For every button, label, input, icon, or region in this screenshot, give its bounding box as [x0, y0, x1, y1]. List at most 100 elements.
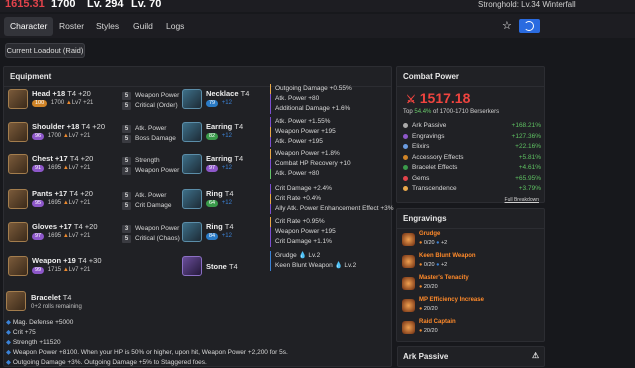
- engraving-node-count: 5: [122, 102, 131, 110]
- accessory-tier: T4: [224, 222, 234, 231]
- refresh-icon: [524, 21, 534, 31]
- item-engraving-lines: 5 Atk. Power 5 Crit Damage: [122, 191, 171, 211]
- engraving-item[interactable]: Grudge ● 0/20 ● +2: [402, 231, 540, 250]
- stat-dot-icon: [403, 186, 408, 191]
- favorite-star-icon[interactable]: ☆: [502, 19, 512, 32]
- item-name: Pants +17: [32, 189, 68, 198]
- accessory-item[interactable]: Necklace T4 79 +12: [182, 89, 267, 117]
- equipment-icon: [8, 122, 28, 142]
- accessory-plus: +12: [221, 233, 232, 239]
- accessory-effect-line: Combat HP Recovery +10: [270, 159, 351, 169]
- item-name: Weapon +19: [32, 256, 76, 265]
- engraving-item[interactable]: Master's Tenacity ● 20/20: [402, 275, 540, 294]
- accessory-name: Necklace: [206, 89, 239, 98]
- tab-character[interactable]: Character: [4, 17, 54, 36]
- item-score: 1695: [47, 233, 62, 239]
- engraving-item[interactable]: MP Efficiency Increase ● 20/20: [402, 297, 540, 316]
- engraving-node-count: 5: [122, 157, 131, 165]
- gear-score: 1700: [51, 0, 76, 10]
- stat-name: Gems: [412, 174, 430, 182]
- stat-dot-icon: [403, 165, 408, 170]
- accessory-effect-line: Outgoing Damage +0.55%: [270, 84, 352, 94]
- tab-roster[interactable]: Roster: [53, 17, 90, 36]
- loadout-selector[interactable]: Current Loadout (Raid): [5, 43, 85, 58]
- engraving-node-count: 5: [122, 192, 131, 200]
- stat-value: +65.95%: [515, 174, 541, 182]
- combat-power-row: Ark Passive +168.21%: [403, 121, 541, 131]
- engraving-node-name: Weapon Power: [135, 92, 180, 99]
- engraving-icon: [402, 277, 415, 290]
- item-name: Shoulder +18: [32, 122, 80, 131]
- accessory-effect-line: Grudge 💧 Lv.2: [270, 251, 356, 261]
- accessory-plus: +12: [221, 100, 232, 106]
- accessory-icon: [182, 256, 202, 276]
- item-lv: Lv7 +21: [68, 200, 91, 206]
- quality-badge: 99: [32, 267, 45, 274]
- tab-bar: Character Roster Styles Guild Logs ☆: [0, 14, 635, 38]
- engraving-name: Keen Blunt Weapon: [419, 253, 476, 259]
- bracelet-icon: [6, 291, 26, 311]
- engraving-extra: +2: [440, 240, 448, 246]
- tab-guild[interactable]: Guild: [127, 17, 159, 36]
- tab-styles[interactable]: Styles: [90, 17, 125, 36]
- item-engraving-lines: 5 Strength 3 Weapon Power: [122, 156, 179, 176]
- accessory-effect-line: Crit Damage +2.4%: [270, 184, 394, 194]
- item-lv: Lv7 +21: [68, 165, 91, 171]
- accessory-name: Ring: [206, 222, 223, 231]
- engraving-item[interactable]: Raid Captain ● 20/20: [402, 319, 540, 338]
- combat-power-value: ⚔ 1517.18: [406, 90, 471, 106]
- engraving-node-name: Boss Damage: [135, 135, 176, 142]
- stat-value: +22.16%: [515, 143, 541, 150]
- item-engraving-lines: 5 Atk. Power 5 Boss Damage: [122, 124, 176, 144]
- item-quality-plus: +20: [78, 89, 91, 98]
- refresh-button[interactable]: [519, 19, 540, 33]
- accessory-tier: T4: [240, 89, 250, 98]
- quality-badge: 96: [32, 133, 45, 140]
- stat-name: Ark Passive: [412, 122, 447, 129]
- item-engraving-lines: 3 Weapon Power 5 Critical (Chaos): [122, 224, 180, 244]
- accessory-effect-line: Atk. Power +80: [270, 94, 352, 104]
- stat-name: Bracelet Effects: [412, 164, 458, 171]
- bracelet-rolls: 0+2 rolls remaining: [31, 304, 82, 310]
- item-quality-plus: +30: [88, 256, 102, 265]
- quality-badge: 95: [32, 200, 45, 207]
- accessory-effect-line: Crit Rate +0.95%: [270, 217, 336, 227]
- quality-badge: 100: [32, 100, 48, 107]
- quality-badge: 84: [206, 233, 219, 240]
- item-quality-plus: +20: [80, 189, 93, 198]
- quality-badge: 64: [206, 200, 219, 207]
- accessory-effect-line: Crit Damage +1.1%: [270, 237, 336, 247]
- engravings-panel: Engravings Grudge ● 0/20 ● +2 Keen Blunt W…: [396, 208, 545, 342]
- equipment-item[interactable]: Weapon +19 T4 +30 99 1715 ▲Lv7 +21: [8, 256, 198, 284]
- accessory-item[interactable]: Ring T4 64 +12: [182, 189, 267, 217]
- full-breakdown-link[interactable]: Full Breakdown: [505, 197, 539, 203]
- item-score: 1700: [50, 100, 65, 106]
- stat-value: +127.36%: [511, 132, 541, 140]
- accessory-effects: Crit Damage +2.4% Crit Rate +0.4% Ally Atk…: [270, 184, 394, 214]
- accessory-item[interactable]: Earring T4 82 +12: [182, 122, 267, 150]
- engraving-icon: [402, 299, 415, 312]
- item-tier: T4: [69, 189, 79, 198]
- accessory-item[interactable]: Ring T4 84 +12: [182, 222, 267, 250]
- accessory-item[interactable]: Earring T4 97 +12: [182, 154, 267, 182]
- tab-logs[interactable]: Logs: [160, 17, 190, 36]
- engraving-node-count: 5: [122, 135, 131, 143]
- item-tier: T4: [73, 222, 83, 231]
- engraving-icon: [402, 321, 415, 334]
- engraving-node-name: Strength: [135, 157, 160, 164]
- bracelet-line: Outgoing Damage +3%. Outgoing Damage +5%…: [12, 359, 207, 366]
- item-lv: Lv7 +21: [68, 233, 91, 239]
- engraving-item[interactable]: Keen Blunt Weapon ● 0/20 ● +2: [402, 253, 540, 272]
- top-bar: 1615.31 1700 Lv. 294 Lv. 70 Stronghold: …: [0, 0, 635, 12]
- bracelet-line: Strength +11520: [12, 339, 61, 346]
- accessory-effect-line: Weapon Power +195: [270, 127, 336, 137]
- equipment-icon: [8, 222, 28, 242]
- ark-passive-panel: Ark Passive ⚠: [397, 346, 545, 367]
- accessory-effect-line: Crit Rate +0.4%: [270, 194, 394, 204]
- accessory-icon: [182, 89, 202, 109]
- accessory-item[interactable]: Stone T4: [182, 256, 267, 284]
- stat-dot-icon: [403, 175, 408, 181]
- item-engraving-lines: 5 Weapon Power 5 Critical (Order): [122, 91, 179, 111]
- engraving-name: Master's Tenacity: [419, 275, 469, 281]
- stat-value: +5.81%: [518, 153, 541, 161]
